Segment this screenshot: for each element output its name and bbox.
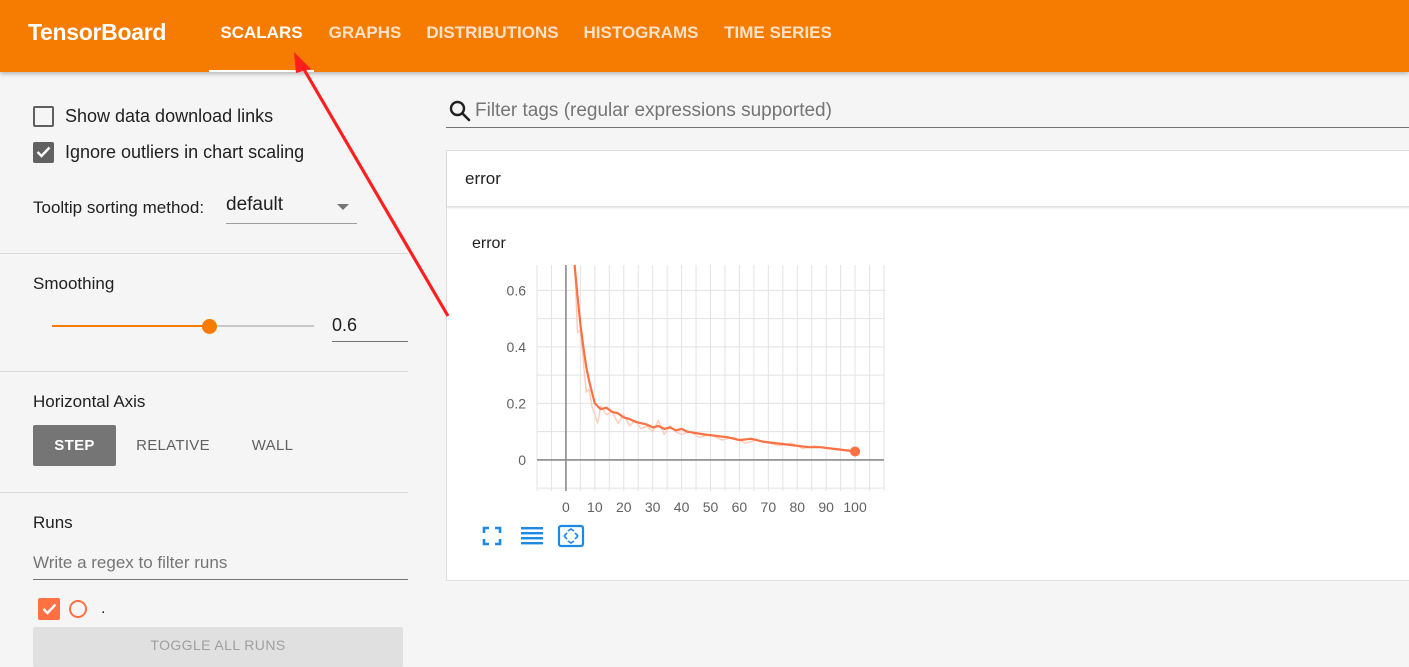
- checkmark-icon: [36, 146, 51, 158]
- section-divider: [0, 492, 408, 493]
- series-endpoint-marker: [850, 446, 861, 457]
- smoothing-value-input[interactable]: 0.6: [332, 312, 408, 342]
- ignore-outliers-checkbox[interactable]: [33, 141, 54, 163]
- series-line-smoothed: [573, 264, 856, 453]
- ignore-outliers-label: Ignore outliers in chart scaling: [65, 141, 305, 162]
- tooltip-sorting-select[interactable]: default: [226, 192, 357, 224]
- runs-label: Runs: [33, 513, 73, 532]
- tab-histograms-label: HISTOGRAMS: [583, 23, 699, 42]
- x-tick-label: 20: [616, 499, 632, 515]
- x-tick-label: 50: [703, 499, 719, 515]
- toggle-all-runs-button[interactable]: TOGGLE ALL RUNS: [33, 627, 403, 667]
- axis-step-button[interactable]: STEP: [33, 425, 116, 466]
- search-icon: [449, 100, 471, 122]
- reset-zoom-button[interactable]: [557, 523, 585, 549]
- list-lines-icon: [521, 527, 543, 545]
- sidebar: Show data download links Ignore outliers…: [0, 72, 408, 667]
- x-tick-label: 80: [789, 499, 805, 515]
- x-tick-label: 70: [761, 499, 777, 515]
- axis-wall-button[interactable]: WALL: [230, 425, 315, 466]
- y-tick-label: 0: [518, 452, 526, 468]
- tab-graphs[interactable]: GRAPHS: [322, 0, 408, 72]
- y-tick-label: 0.2: [507, 395, 527, 411]
- run-checkbox[interactable]: [38, 598, 60, 620]
- y-tick-label: 0.4: [507, 339, 527, 355]
- expand-icon: [482, 526, 502, 546]
- tab-scalars-label: SCALARS: [220, 23, 303, 42]
- tab-time-series-label: TIME SERIES: [724, 23, 832, 42]
- top-app-bar: TensorBoard SCALARS GRAPHS DISTRIBUTIONS…: [0, 0, 1409, 72]
- dropdown-caret-icon: [337, 204, 349, 210]
- show-download-links-option[interactable]: Show data download links: [33, 104, 273, 128]
- x-tick-label: 100: [843, 499, 867, 515]
- fit-domain-button[interactable]: [479, 523, 507, 549]
- x-tick-label: 0: [562, 499, 570, 515]
- tooltip-sorting-value: default: [226, 194, 284, 215]
- tab-histograms[interactable]: HISTOGRAMS: [577, 0, 705, 72]
- tab-time-series[interactable]: TIME SERIES: [717, 0, 839, 72]
- tab-distributions-label: DISTRIBUTIONS: [426, 23, 559, 42]
- section-divider: [0, 253, 408, 254]
- runs-filter-input[interactable]: Write a regex to filter runs: [33, 550, 408, 580]
- run-color-circle-icon[interactable]: [69, 600, 87, 618]
- tag-filter-placeholder: Filter tags (regular expressions support…: [475, 100, 832, 121]
- show-download-links-checkbox[interactable]: [33, 105, 54, 127]
- axis-relative-button[interactable]: RELATIVE: [126, 425, 220, 466]
- fit-screen-icon: [557, 524, 585, 548]
- scalar-card: error error 0 10 20 30 40 50 60 70 80 90 100 0 0.2 0.…: [446, 150, 1409, 581]
- tag-filter-input[interactable]: Filter tags (regular expressions support…: [446, 93, 1409, 128]
- ignore-outliers-option[interactable]: Ignore outliers in chart scaling: [33, 140, 304, 164]
- tab-distributions[interactable]: DISTRIBUTIONS: [420, 0, 565, 72]
- tab-scalars[interactable]: SCALARS: [209, 0, 314, 72]
- series-line-raw: [573, 264, 856, 453]
- run-item[interactable]: .: [38, 598, 105, 620]
- app-brand: TensorBoard: [28, 19, 167, 45]
- y-tick-label: 0.6: [507, 282, 527, 298]
- show-download-links-label: Show data download links: [65, 105, 274, 126]
- active-tab-indicator: [209, 70, 314, 72]
- toggle-log-scale-button[interactable]: [519, 523, 547, 549]
- smoothing-slider-thumb[interactable]: [201, 319, 217, 334]
- horizontal-axis-label: Horizontal Axis: [33, 392, 146, 411]
- tab-graphs-label: GRAPHS: [328, 23, 402, 42]
- checkmark-icon: [42, 603, 56, 615]
- section-divider: [0, 371, 408, 372]
- line-chart[interactable]: 0 10 20 30 40 50 60 70 80 90 100 0 0.2 0.4 0.6: [447, 151, 1409, 582]
- x-tick-label: 30: [645, 499, 661, 515]
- tooltip-sorting-label: Tooltip sorting method:: [33, 198, 205, 217]
- x-tick-label: 10: [587, 499, 603, 515]
- smoothing-slider-fill: [52, 325, 210, 327]
- x-tick-label: 40: [674, 499, 690, 515]
- smoothing-label: Smoothing: [33, 274, 115, 293]
- x-tick-label: 90: [818, 499, 834, 515]
- run-name: .: [101, 600, 106, 617]
- x-tick-label: 60: [732, 499, 748, 515]
